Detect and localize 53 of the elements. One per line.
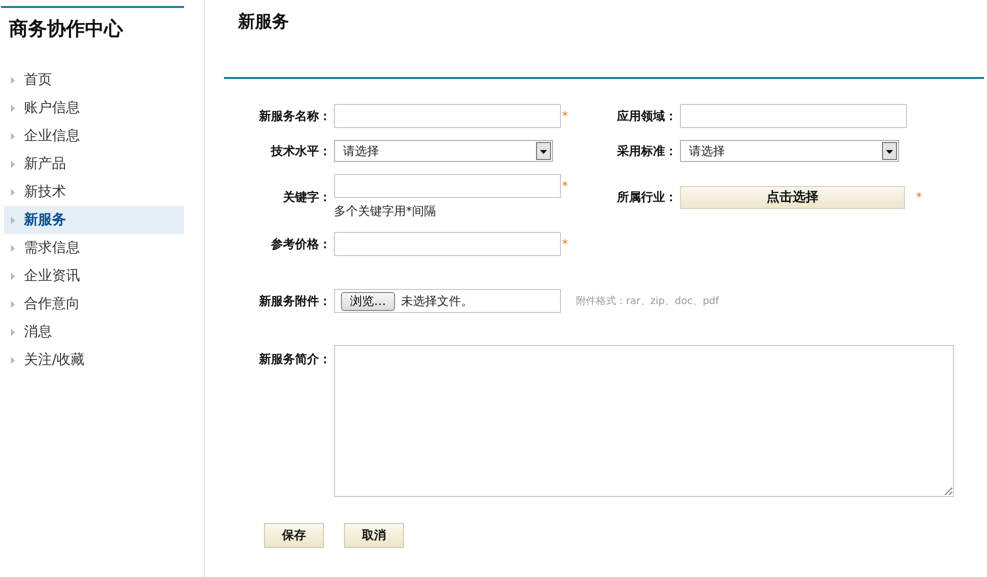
arrow-icon (11, 160, 15, 168)
required-mark: * (562, 237, 568, 251)
file-field[interactable]: 浏览… 未选择文件。 (334, 289, 561, 313)
select-field[interactable]: 请选择 (680, 140, 899, 162)
page-title: 新服务 (236, 11, 290, 33)
input-field[interactable] (334, 174, 561, 198)
input-field[interactable] (334, 104, 561, 128)
sidebar-title: 商务协作中心 (1, 6, 184, 56)
format-note: 附件格式：rar、zip、doc、pdf (576, 294, 719, 308)
sidebar-item[interactable]: 关注/收藏 (4, 346, 184, 374)
dropdown-icon (536, 142, 551, 160)
arrow-icon (11, 188, 15, 196)
sidebar-item[interactable]: 新技术 (4, 178, 184, 206)
arrow-icon (11, 132, 15, 140)
field-label: 参考价格： (270, 236, 332, 252)
arrow-icon (11, 216, 15, 224)
browse-button[interactable]: 浏览… (341, 292, 395, 310)
sidebar-item[interactable]: 新产品 (4, 150, 184, 178)
arrow-icon (11, 104, 15, 112)
field-label: 关键字： (282, 188, 332, 206)
field-label: 新服务简介： (258, 351, 332, 368)
field-hint: 多个关键字用*间隔 (334, 203, 437, 220)
select-button[interactable]: 点击选择 (680, 186, 905, 208)
field-label: 新服务附件： (258, 292, 332, 310)
form-button[interactable]: 保存 (264, 523, 324, 548)
arrow-icon (11, 328, 15, 336)
arrow-icon (11, 300, 15, 308)
required-mark: * (562, 109, 568, 123)
field-label: 新服务名称： (258, 108, 332, 124)
arrow-icon (11, 272, 15, 280)
arrow-icon (11, 76, 15, 84)
dropdown-icon (882, 142, 897, 160)
required-mark: * (562, 179, 568, 193)
sidebar-item[interactable]: 需求信息 (4, 234, 184, 262)
sidebar-item[interactable]: 账户信息 (4, 94, 184, 122)
form-button[interactable]: 取消 (344, 523, 404, 548)
arrow-icon (11, 244, 15, 252)
arrow-icon (11, 356, 15, 364)
field-label: 所属行业： (616, 188, 678, 206)
sidebar-item[interactable]: 合作意向 (4, 290, 184, 318)
input-field[interactable] (334, 232, 561, 256)
sidebar-item[interactable]: 企业资讯 (4, 262, 184, 290)
sidebar-item[interactable]: 首页 (4, 66, 184, 94)
sidebar-item[interactable]: 新服务 (4, 206, 184, 234)
description-field[interactable] (334, 345, 954, 497)
field-label: 采用标准： (616, 142, 678, 160)
field-label: 技术水平： (270, 142, 332, 160)
select-field[interactable]: 请选择 (334, 140, 553, 162)
required-mark: * (916, 190, 922, 204)
sidebar-item[interactable]: 消息 (4, 318, 184, 346)
input-field[interactable] (680, 104, 907, 128)
sidebar-item[interactable]: 企业信息 (4, 122, 184, 150)
field-label: 应用领域： (616, 108, 678, 124)
